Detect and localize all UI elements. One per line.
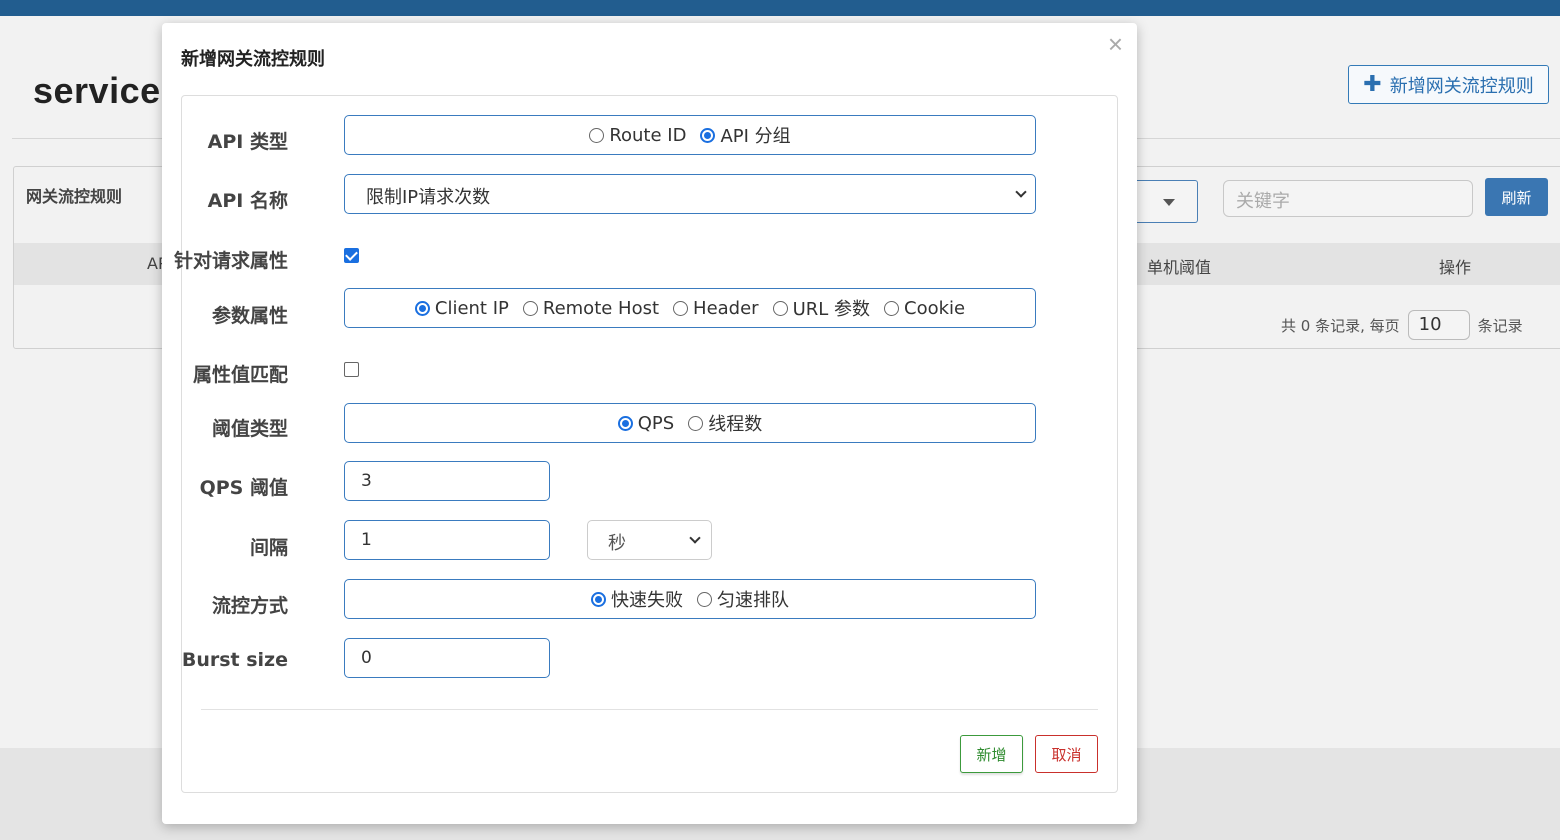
page-size-input[interactable]: 10 [1407, 310, 1470, 340]
option-label: Client IP [434, 297, 509, 319]
interval-input[interactable]: 1 [344, 520, 550, 560]
plus-icon: ✚ [1363, 71, 1382, 97]
page-title: service [33, 70, 161, 111]
pagination: 共 0 条记录, 每页 10 条记录 [1281, 310, 1523, 340]
table-header-actions: 操作 [1439, 258, 1472, 277]
param-attr-label: 参数属性 [211, 305, 288, 327]
option-label: Header [693, 297, 759, 319]
option-label: 匀速排队 [717, 590, 789, 611]
api-type-radio-group: Route ID API 分组 [344, 115, 1036, 155]
attr-match-label: 属性值匹配 [192, 364, 288, 386]
radio-button-selected[interactable] [591, 591, 606, 607]
param-attr-radio-group: Client IP Remote Host Header URL 参数 Cook… [344, 288, 1036, 328]
chevron-down-icon [689, 532, 701, 544]
radio-button[interactable] [522, 300, 538, 316]
top-navbar [0, 0, 1560, 16]
interval-unit-value: 秒 [608, 533, 626, 554]
behavior-option-fail-fast[interactable]: 快速失败 [591, 586, 683, 612]
threshold-option-qps[interactable]: QPS [617, 412, 675, 434]
radio-button[interactable] [884, 300, 900, 316]
radio-button[interactable] [673, 300, 689, 316]
api-name-label: API 名称 [207, 190, 288, 212]
chevron-down-icon [1015, 186, 1027, 198]
pager-prefix: 共 0 条记录, 每页 [1281, 316, 1400, 335]
option-label: 快速失败 [611, 590, 683, 611]
qps-threshold-input[interactable]: 3 [344, 461, 550, 501]
api-name-selected-value: 限制IP请求次数 [366, 187, 491, 208]
panel-title: 网关流控规则 [26, 187, 123, 206]
radio-button[interactable] [589, 127, 605, 143]
add-gateway-rule-label: 新增网关流控规则 [1389, 75, 1534, 97]
radio-button-selected[interactable] [700, 127, 716, 143]
param-option-cookie[interactable]: Cookie [884, 298, 965, 319]
control-behavior-radio-group: 快速失败 匀速排队 [344, 579, 1036, 619]
interval-unit-select[interactable]: 秒 [587, 520, 712, 560]
add-gateway-rule-button[interactable]: ✚ 新增网关流控规则 [1348, 65, 1549, 104]
rule-form: API 类型 Route ID API 分组 API 名称 限制IP请求次数 针… [174, 95, 1118, 793]
app-filter-select[interactable] [1130, 180, 1198, 223]
param-option-header[interactable]: Header [673, 298, 759, 319]
burst-size-input[interactable]: 0 [344, 638, 550, 678]
radio-button[interactable] [697, 591, 712, 607]
option-label: Cookie [904, 297, 966, 319]
option-label: API 分组 [720, 126, 791, 147]
interval-label: 间隔 [249, 537, 288, 559]
behavior-option-rate-limiter[interactable]: 匀速排队 [697, 586, 789, 612]
cancel-button[interactable]: 取消 [1035, 735, 1098, 773]
keyword-search-input[interactable]: 关键字 [1223, 180, 1473, 217]
table-header-threshold: 单机阈值 [1147, 258, 1212, 277]
threshold-option-threads[interactable]: 线程数 [688, 410, 762, 436]
option-label: URL 参数 [792, 299, 871, 320]
threshold-type-label: 阈值类型 [211, 418, 288, 440]
request-attr-label: 针对请求属性 [173, 250, 288, 272]
attr-match-checkbox[interactable] [344, 362, 359, 377]
caret-down-icon [1163, 199, 1175, 206]
footer-divider [201, 709, 1098, 710]
option-label: Remote Host [542, 297, 660, 319]
control-behavior-label: 流控方式 [211, 595, 288, 617]
option-label: 线程数 [708, 414, 763, 435]
param-option-client-ip[interactable]: Client IP [414, 297, 509, 319]
param-option-remote-host[interactable]: Remote Host [522, 297, 660, 319]
qps-threshold-label: QPS 阈值 [199, 477, 288, 499]
radio-button-selected[interactable] [414, 300, 430, 316]
refresh-button[interactable]: 刷新 [1485, 178, 1548, 216]
api-name-select[interactable]: 限制IP请求次数 [344, 174, 1036, 214]
request-attr-checkbox[interactable] [344, 248, 359, 263]
api-type-label: API 类型 [207, 131, 288, 153]
radio-button-selected[interactable] [617, 415, 633, 431]
api-type-option-route-id[interactable]: Route ID [589, 125, 686, 146]
radio-button[interactable] [688, 415, 704, 431]
burst-size-label: Burst size [181, 649, 288, 671]
close-icon[interactable]: × [1108, 31, 1123, 57]
submit-add-button[interactable]: 新增 [960, 735, 1023, 773]
modal-title: 新增网关流控规则 [181, 49, 325, 70]
pager-suffix: 条记录 [1477, 316, 1523, 335]
api-type-option-api-group[interactable]: API 分组 [700, 122, 791, 148]
add-rule-modal: 新增网关流控规则 × API 类型 Route ID API 分组 API 名称… [162, 23, 1137, 824]
param-option-url-param[interactable]: URL 参数 [772, 295, 871, 321]
option-label: Route ID [609, 124, 687, 146]
threshold-type-radio-group: QPS 线程数 [344, 403, 1036, 443]
option-label: QPS [637, 412, 675, 434]
radio-button[interactable] [772, 300, 788, 316]
